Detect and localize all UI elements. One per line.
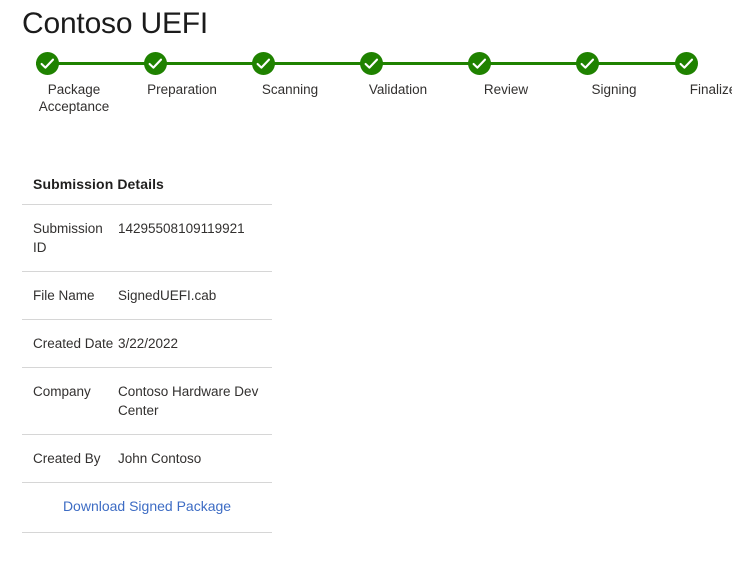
page-title: Contoso UEFI — [22, 7, 209, 40]
detail-value: SignedUEFI.cab — [118, 288, 217, 303]
stepper-step-label: Finalize — [689, 82, 732, 97]
submission-progress-stepper: Package Acceptance Preparation Scanning … — [0, 48, 732, 118]
table-row: File Name SignedUEFI.cab — [22, 271, 272, 319]
check-icon — [252, 52, 275, 75]
table-row: Company Contoso Hardware Dev Center — [22, 367, 272, 434]
download-signed-package-link[interactable]: Download Signed Package — [63, 498, 231, 514]
stepper-step-label: Package Acceptance — [38, 82, 110, 114]
check-icon — [576, 52, 599, 75]
detail-value: Contoso Hardware Dev Center — [118, 384, 259, 418]
stepper-step-label: Signing — [591, 82, 637, 97]
stepper-step-label: Preparation — [147, 82, 217, 97]
table-row: Submission ID 14295508109119921 — [22, 204, 272, 271]
submission-details-heading: Submission Details — [33, 176, 164, 192]
detail-value: 3/22/2022 — [118, 336, 179, 351]
check-icon — [36, 52, 59, 75]
stepper-step-label: Review — [483, 82, 529, 97]
stepper-step-label: Scanning — [261, 82, 319, 97]
detail-key: Company — [33, 384, 91, 399]
stepper-step-label: Validation — [368, 82, 428, 97]
detail-key: Created Date — [33, 336, 114, 351]
check-icon — [675, 52, 698, 75]
submission-details-card: Submission Details Submission ID 1429550… — [22, 170, 272, 533]
card-action-area: Download Signed Package — [22, 482, 272, 533]
check-icon — [468, 52, 491, 75]
table-row: Created By John Contoso — [22, 434, 272, 482]
detail-key: File Name — [33, 288, 95, 303]
detail-value: John Contoso — [118, 451, 202, 466]
table-row: Created Date 3/22/2022 — [22, 319, 272, 367]
check-icon — [144, 52, 167, 75]
detail-key: Created By — [33, 451, 101, 466]
check-icon — [360, 52, 383, 75]
detail-key: Submission ID — [33, 221, 103, 255]
detail-value: 14295508109119921 — [118, 221, 245, 236]
